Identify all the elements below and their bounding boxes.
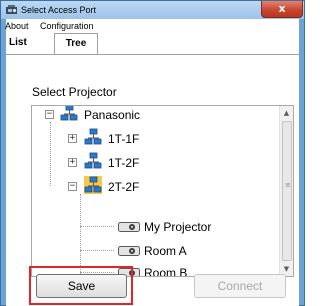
tab-divider (6, 54, 299, 55)
grip-icon: ≡ (285, 181, 291, 189)
scrollbar-thumb[interactable]: ≡ (282, 121, 292, 261)
tab-tree[interactable]: Tree (54, 33, 98, 55)
menu-bar: About Configuration (5, 19, 299, 33)
tree-node-label: 2T-2F (108, 180, 140, 194)
tree-node-label: Panasonic (84, 108, 141, 122)
tree-node-projector[interactable]: My Projector (32, 218, 272, 236)
expand-icon[interactable]: + (68, 158, 77, 167)
expand-icon[interactable]: + (68, 134, 77, 143)
tree-node-projector[interactable]: Room A (32, 242, 272, 260)
projector-icon (118, 246, 140, 256)
tree-node-label: Room A (144, 244, 187, 258)
network-computers-icon (60, 106, 78, 121)
network-computers-icon (84, 128, 102, 145)
scroll-up-arrow-icon[interactable]: ▲ (280, 106, 293, 120)
close-icon: x (278, 2, 286, 15)
tree-node-label: Room B (144, 266, 188, 277)
connect-button[interactable]: Connect (194, 274, 286, 298)
menu-configuration[interactable]: Configuration (40, 20, 94, 32)
select-access-port-window: Select Access Port x About Configuration… (0, 0, 305, 306)
menu-about[interactable]: About (5, 20, 29, 32)
projector-icon (118, 222, 140, 232)
close-button[interactable]: x (261, 1, 303, 18)
tab-bar: List Tree (5, 33, 299, 55)
network-computers-icon (84, 176, 102, 194)
tree-scrollbar[interactable]: ▲ ≡ ▼ (279, 106, 293, 276)
tree-node-label: 1T-1F (108, 132, 140, 146)
app-icon (6, 5, 17, 14)
window-title: Select Access Port (21, 5, 97, 15)
tab-list[interactable]: List (5, 35, 31, 53)
network-computers-icon (84, 152, 102, 169)
tree-node-label: 1T-2F (108, 156, 140, 170)
title-bar[interactable]: Select Access Port x (1, 1, 304, 19)
collapse-icon[interactable]: − (45, 110, 54, 119)
collapse-icon[interactable]: − (68, 182, 77, 191)
select-projector-label: Select Projector (32, 85, 117, 99)
tree-node-root[interactable]: − Panasonic (32, 106, 272, 124)
projector-tree[interactable]: − Panasonic + 1T-1F + 1T-2F − 2T-2F My P… (31, 105, 294, 277)
save-button[interactable]: Save (36, 274, 127, 298)
tree-node-group[interactable]: − 2T-2F (32, 176, 272, 196)
window-client-area: About Configuration List Tree Select Pro… (5, 19, 299, 306)
tree-node-label: My Projector (144, 220, 212, 234)
tree-node-group[interactable]: + 1T-2F (32, 152, 272, 172)
tree-node-group[interactable]: + 1T-1F (32, 128, 272, 148)
